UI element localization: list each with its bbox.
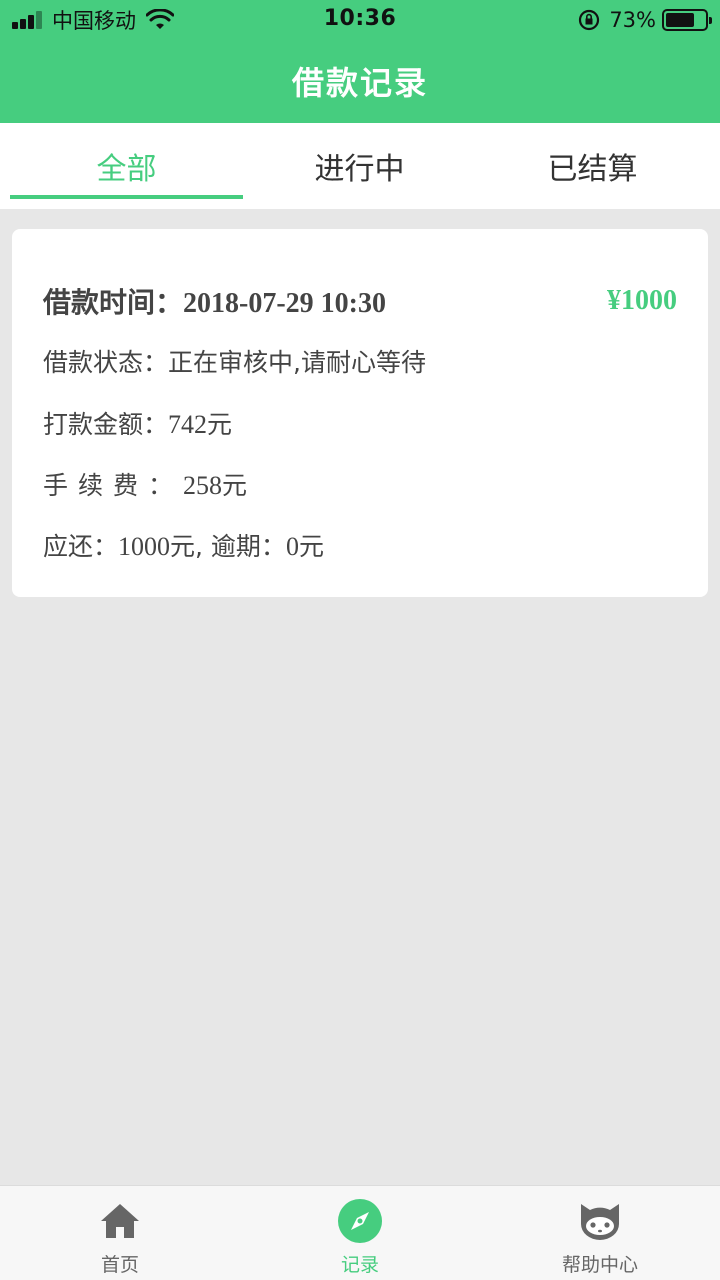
due-label: 应还： (43, 532, 119, 561)
tab-bar: 全部 进行中 已结算 (0, 123, 720, 209)
loan-record-card[interactable]: 借款时间：2018-07-29 10:30 ¥1000 借款状态：正在审核中,请… (12, 229, 708, 597)
payout-unit: 元 (207, 410, 233, 439)
status-bar: 中国移动 10:36 73% (0, 0, 720, 40)
compass-icon (337, 1198, 383, 1244)
nav-help[interactable]: 帮助中心 (480, 1186, 720, 1280)
loan-amount: ¥1000 (607, 285, 677, 316)
nav-home-label: 首页 (100, 1254, 139, 1276)
tab-in-progress[interactable]: 进行中 (243, 123, 476, 209)
top-bar: 中国移动 10:36 73% 借款记录 (0, 0, 720, 123)
loan-time-row: 借款时间：2018-07-29 10:30 ¥1000 (43, 279, 677, 323)
tab-settled[interactable]: 已结算 (476, 123, 709, 209)
payout-label: 打款金额： (43, 410, 169, 439)
bottom-nav: 首页 记录 帮助中心 (0, 1185, 720, 1280)
fee-label: 手续费： (43, 471, 184, 500)
overdue-label: 逾期： (210, 532, 286, 561)
page-title: 借款记录 (291, 64, 428, 102)
loan-status-value: 正在审核中,请耐心等待 (168, 348, 426, 377)
due-unit: 元, (170, 532, 203, 561)
overdue-value: 0 (285, 532, 299, 561)
loan-time-value: 2018-07-29 10:30 (183, 288, 386, 319)
loan-status-row: 借款状态：正在审核中,请耐心等待 (43, 343, 426, 379)
nav-home[interactable]: 首页 (0, 1186, 240, 1280)
cat-icon (577, 1198, 623, 1244)
nav-help-label: 帮助中心 (561, 1254, 638, 1276)
nav-records[interactable]: 记录 (240, 1186, 480, 1280)
payout-row: 打款金额：742元 (43, 405, 232, 441)
status-right: 73% (577, 6, 712, 34)
fee-unit: 元 (222, 471, 248, 500)
fee-row: 手续费：258元 (43, 466, 247, 502)
rotation-lock-icon (579, 9, 600, 31)
nav-records-label: 记录 (340, 1254, 379, 1276)
tab-all[interactable]: 全部 (10, 123, 243, 209)
payout-value: 742 (168, 410, 208, 439)
fee-value: 258 (183, 471, 223, 500)
due-value: 1000 (118, 532, 171, 561)
loan-status-label: 借款状态： (43, 348, 169, 377)
battery-percent: 73% (609, 8, 656, 32)
repayment-row: 应还：1000元, 逾期：0元 (43, 527, 324, 563)
battery-icon (662, 9, 712, 31)
loan-time-label: 借款时间： (43, 286, 184, 319)
home-icon (97, 1198, 143, 1244)
overdue-unit: 元 (298, 532, 324, 561)
